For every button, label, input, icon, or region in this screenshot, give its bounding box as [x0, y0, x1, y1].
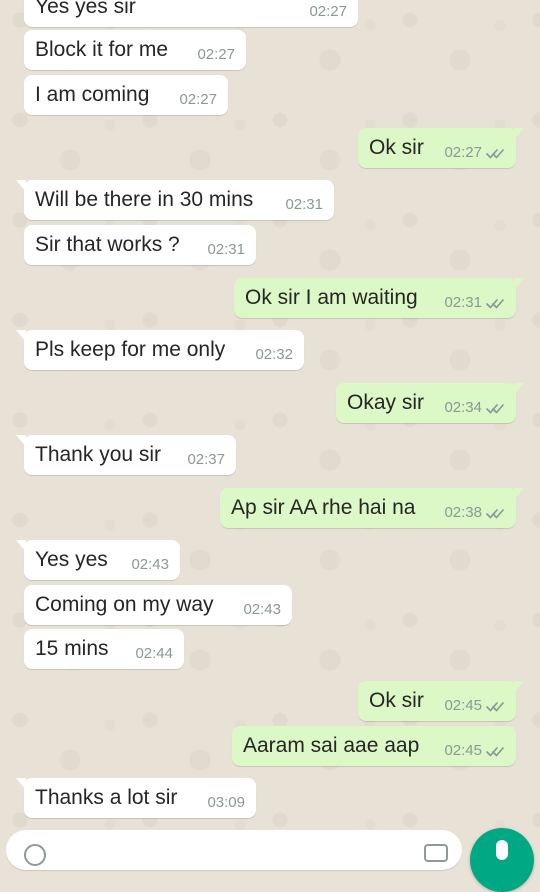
message-text: Sir that works ? [35, 233, 180, 256]
message-text: Will be there in 30 mins [35, 188, 254, 211]
message-text: Okay sir [347, 391, 425, 414]
message-composer [0, 828, 540, 892]
message-text: Yes yes sir [35, 0, 136, 18]
message-text: Block it for me [35, 38, 169, 61]
message-bubble[interactable]: Ok sir 02:45 [358, 681, 524, 721]
message-bubble[interactable]: Okay sir 02:34 [336, 383, 524, 423]
read-ticks-icon [486, 299, 504, 309]
message-text: Ok sir [369, 136, 424, 159]
message-text: I am coming [35, 83, 150, 106]
message-text: Thanks a lot sir [35, 786, 178, 809]
emoji-icon[interactable] [24, 844, 46, 866]
message-time: 02:27 [309, 3, 347, 20]
message-bubble[interactable]: Thanks a lot sir 03:09 [16, 778, 256, 818]
message-time: 02:31 [444, 294, 482, 311]
read-ticks-icon [486, 404, 504, 414]
message-text: Aaram sai aae aap [243, 734, 420, 757]
message-time: 02:32 [255, 346, 293, 363]
message-time: 02:34 [444, 399, 482, 416]
message-text: 15 mins [35, 637, 109, 660]
message-bubble[interactable]: Yes yes sir 02:27 [24, 0, 358, 27]
message-bubble[interactable]: Ok sir I am waiting 02:31 [234, 278, 524, 318]
message-time: 02:27 [197, 46, 235, 63]
read-ticks-icon [486, 747, 504, 757]
message-time: 03:09 [207, 794, 245, 811]
message-time: 02:31 [285, 196, 323, 213]
message-text: Ok sir I am waiting [245, 286, 418, 309]
message-time: 02:43 [243, 601, 281, 618]
message-time: 02:27 [179, 91, 217, 108]
message-input[interactable] [6, 830, 462, 870]
message-text: Pls keep for me only [35, 338, 226, 361]
voice-message-button[interactable] [470, 828, 534, 892]
message-bubble[interactable]: Pls keep for me only 02:32 [16, 330, 304, 370]
mic-icon [496, 840, 508, 860]
message-time: 02:27 [444, 144, 482, 161]
read-ticks-icon [486, 702, 504, 712]
message-text: Ok sir [369, 689, 424, 712]
message-bubble[interactable]: Ok sir 02:27 [358, 128, 524, 168]
message-bubble[interactable]: Thank you sir 02:37 [16, 435, 236, 475]
message-time: 02:43 [131, 556, 169, 573]
message-text: Coming on my way [35, 593, 214, 616]
message-time: 02:38 [444, 504, 482, 521]
message-text: Yes yes [35, 548, 108, 571]
camera-icon[interactable] [424, 844, 448, 862]
message-text: Thank you sir [35, 443, 162, 466]
message-time: 02:45 [444, 697, 482, 714]
message-time: 02:31 [207, 241, 245, 258]
read-ticks-icon [486, 509, 504, 519]
message-text: Ap sir AA rhe hai na [231, 496, 416, 519]
message-bubble[interactable]: Aaram sai aae aap 02:45 [232, 726, 516, 766]
chat-message-list[interactable]: Yes yes sir 02:27 Block it for me 02:27 … [0, 0, 540, 850]
message-bubble[interactable]: Ap sir AA rhe hai na 02:38 [220, 488, 524, 528]
message-time: 02:45 [444, 742, 482, 759]
message-bubble[interactable]: I am coming 02:27 [24, 75, 228, 115]
message-bubble[interactable]: Sir that works ? 02:31 [24, 225, 256, 265]
message-time: 02:44 [135, 645, 173, 662]
message-bubble[interactable]: 15 mins 02:44 [24, 629, 184, 669]
read-ticks-icon [486, 149, 504, 159]
message-bubble[interactable]: Will be there in 30 mins 02:31 [16, 180, 334, 220]
message-bubble[interactable]: Yes yes 02:43 [16, 540, 180, 580]
message-time: 02:37 [187, 451, 225, 468]
message-bubble[interactable]: Coming on my way 02:43 [24, 585, 292, 625]
message-bubble[interactable]: Block it for me 02:27 [24, 30, 246, 70]
